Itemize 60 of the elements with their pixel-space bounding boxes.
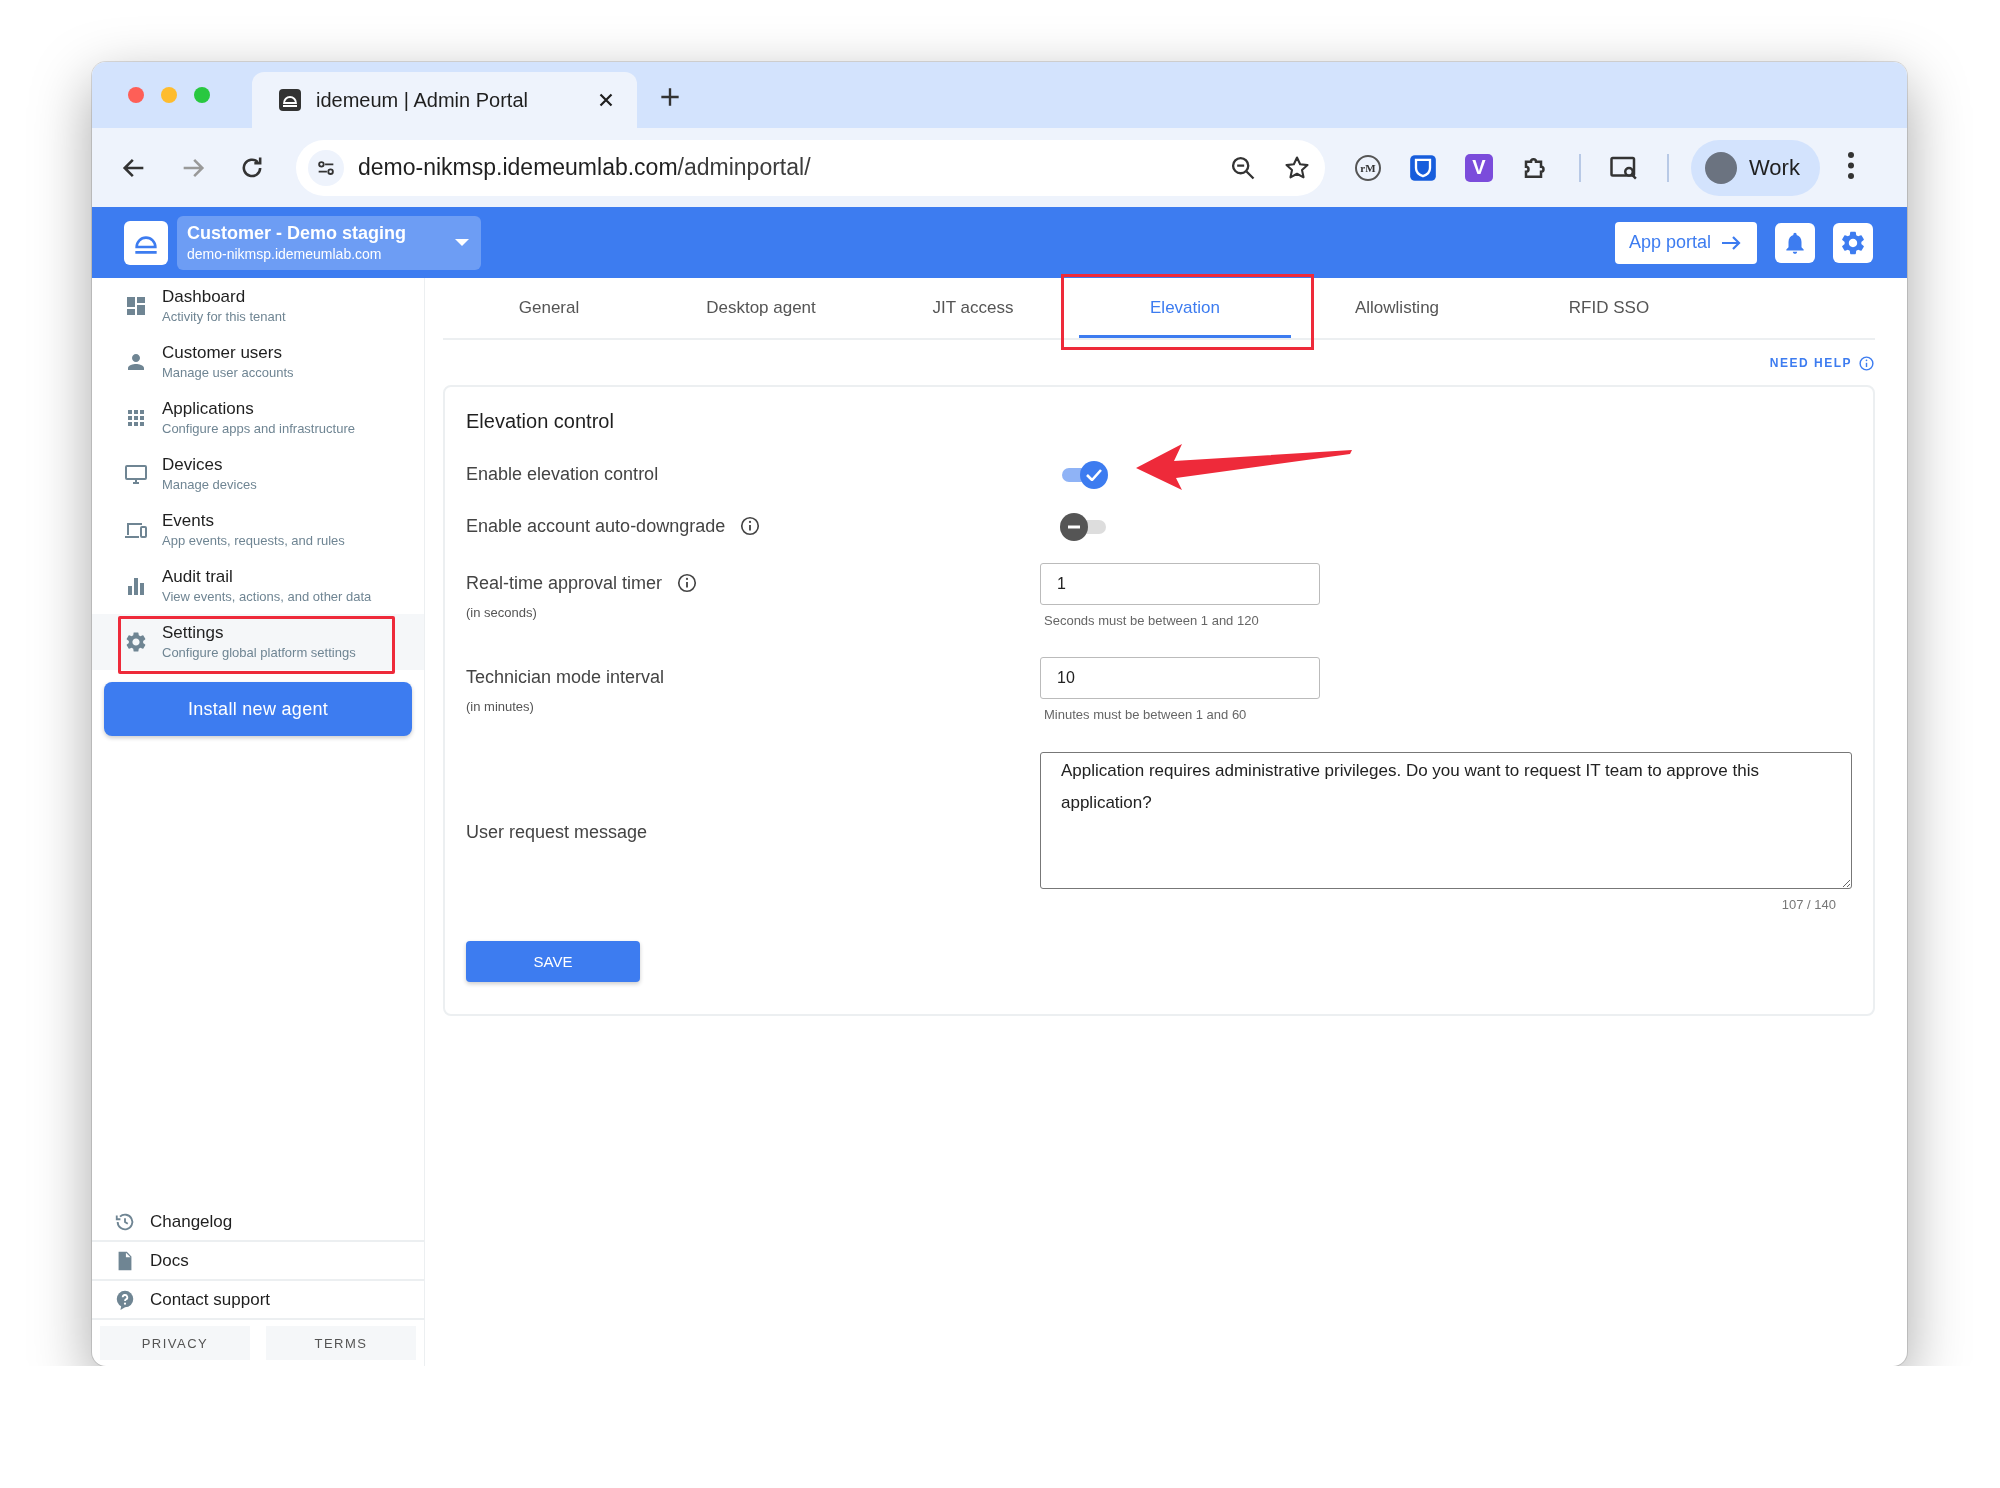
tab-favicon-icon (278, 88, 302, 112)
character-counter: 107 / 140 (1780, 897, 1836, 913)
save-button[interactable]: SAVE (466, 941, 640, 982)
unit-note: (in seconds) (466, 604, 538, 622)
message-field[interactable]: Application requires administrative privileges. Do you want to request IT team to approve this application? (1040, 752, 1852, 889)
setting-label: Technician mode interval (466, 665, 666, 689)
setting-label: User request message (466, 822, 649, 843)
nav-item[interactable]: Dashboard Activity for this tenant (92, 278, 424, 334)
tab[interactable]: RFID SSO (1503, 278, 1715, 338)
gear-icon (124, 630, 148, 654)
caret-icon (455, 239, 469, 246)
extension-icon[interactable]: rM (1355, 154, 1381, 181)
close-window-button[interactable] (128, 87, 144, 103)
info-icon (1858, 354, 1875, 372)
tab[interactable]: Desktop agent (655, 278, 867, 338)
legal-link[interactable]: PRIVACY (100, 1326, 250, 1360)
setting-label: Enable account auto-downgrade (466, 515, 1040, 537)
setting-label: Real-time approval timer (466, 563, 1040, 603)
number-field[interactable]: 10 (1040, 657, 1320, 699)
settings-button[interactable] (1833, 222, 1873, 263)
tab[interactable]: Elevation (1079, 278, 1291, 338)
avatar-icon (1705, 151, 1737, 184)
address-bar[interactable]: demo-nikmsp.idemeumlab.com/adminportal/ (296, 139, 1325, 196)
setting-label: Enable elevation control (466, 463, 660, 485)
install-agent-button[interactable]: Install new agent (104, 682, 412, 736)
nav-item[interactable]: Audit trail View events, actions, and other data (92, 558, 424, 614)
nav-item[interactable]: Applications Configure apps and infrastructure (92, 390, 424, 446)
info-icon (676, 572, 699, 594)
browser-tab[interactable]: idemeum | Admin Portal (252, 72, 637, 128)
unit-note: (in minutes) (466, 698, 535, 716)
card-title: Elevation control (466, 409, 615, 434)
nav-item[interactable]: Events App events, requests, and rules (92, 502, 424, 558)
nav-item[interactable]: Devices Manage devices (92, 446, 424, 502)
check-icon (1086, 469, 1102, 481)
toggle-switch[interactable] (1060, 512, 1108, 540)
monitor-icon (124, 462, 148, 486)
app-portal-button[interactable]: App portal (1614, 221, 1757, 264)
dashboard-icon (124, 294, 148, 318)
footer-link[interactable]: Changelog (92, 1203, 424, 1242)
tab[interactable]: General (443, 278, 655, 338)
info-icon (739, 515, 762, 537)
tab[interactable]: Allowlisting (1291, 278, 1503, 338)
help-icon (114, 1288, 136, 1311)
legal-link[interactable]: TERMS (266, 1326, 416, 1360)
nav-item[interactable]: Customer users Manage user accounts (92, 334, 424, 390)
notifications-button[interactable] (1775, 222, 1815, 263)
more-icon (1847, 152, 1854, 179)
minus-icon (1068, 525, 1080, 529)
profile-button[interactable]: Work (1691, 139, 1820, 196)
nav-item[interactable]: Settings Configure global platform settings (92, 614, 424, 670)
field-hint: Minutes must be between 1 and 60 (1044, 707, 1248, 723)
field-hint: Seconds must be between 1 and 120 (1044, 613, 1260, 629)
footer-link[interactable]: Docs (92, 1242, 424, 1281)
tab[interactable]: JIT access (867, 278, 1079, 338)
footer-link[interactable]: Contact support (92, 1281, 424, 1320)
need-help-link[interactable]: NEED HELP (1769, 354, 1875, 372)
number-field[interactable]: 1 (1040, 563, 1320, 605)
extension-icon[interactable]: V (1465, 153, 1493, 182)
toggle-switch[interactable] (1060, 460, 1108, 488)
shield-icon (1409, 153, 1437, 182)
